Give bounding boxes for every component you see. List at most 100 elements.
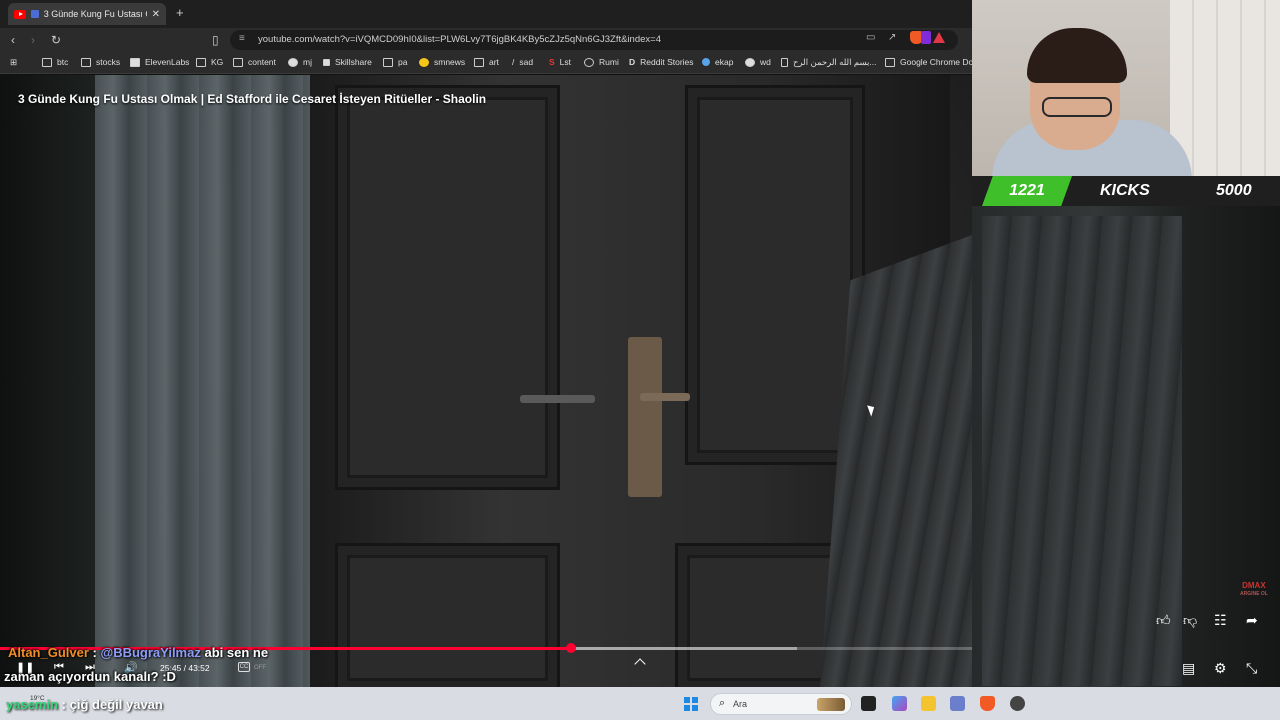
subtitles-icon[interactable]: ▤ bbox=[1182, 660, 1195, 677]
tab-group-icon bbox=[30, 10, 39, 18]
bookmark-pa[interactable]: pa bbox=[383, 57, 407, 67]
video-curtain bbox=[95, 75, 310, 687]
bookmark-stocks[interactable]: stocks bbox=[81, 57, 120, 67]
folder-icon bbox=[885, 57, 895, 67]
new-tab-button[interactable]: + bbox=[176, 5, 184, 20]
page-icon bbox=[781, 58, 788, 67]
settings-gear-icon[interactable]: ⚙ bbox=[1214, 660, 1227, 677]
bookmark-reddit-stories[interactable]: D Reddit Stories bbox=[629, 57, 694, 67]
smnews-icon bbox=[419, 57, 429, 67]
bookmark-content[interactable]: content bbox=[233, 57, 276, 67]
bookmark-rumi[interactable]: Rumi bbox=[584, 57, 619, 67]
bookmark-bismillah[interactable]: بسم الله الرحمن الرح... bbox=[781, 57, 877, 68]
folder-icon bbox=[383, 57, 393, 67]
tab-title: 3 Günde Kung Fu Ustası Olma bbox=[43, 9, 147, 19]
brave-rewards-icon[interactable] bbox=[933, 32, 945, 43]
taskbar-search-placeholder: Ara bbox=[733, 699, 748, 709]
site-settings-icon[interactable]: ≡ bbox=[239, 33, 245, 44]
kick-goal: 5000 bbox=[1216, 182, 1252, 199]
streamer-hair bbox=[1027, 28, 1127, 83]
cast-icon[interactable]: ▭ bbox=[866, 32, 875, 43]
skillshare-icon bbox=[323, 58, 330, 66]
kick-label: KICKS bbox=[1100, 182, 1150, 199]
screen: 3 Günde Kung Fu Ustası Olma ✕ + ‹ › ↻ ▯ … bbox=[0, 0, 1280, 720]
bookmark-wd[interactable]: wd bbox=[745, 57, 771, 67]
slash-icon: / bbox=[512, 57, 515, 67]
video-lock-plate bbox=[628, 337, 662, 497]
youtube-icon bbox=[14, 9, 26, 19]
bookmark-ekap[interactable]: ekap bbox=[702, 57, 733, 67]
task-view-icon[interactable] bbox=[861, 696, 876, 711]
extension-icon[interactable] bbox=[921, 31, 931, 44]
chat-username: yasemin bbox=[6, 697, 59, 712]
chat-username: Altan_Gulver bbox=[8, 645, 89, 660]
folder-icon bbox=[233, 57, 243, 67]
chat-message-continued: zaman açıyordun kanalı? :D bbox=[4, 669, 176, 684]
webcam-background bbox=[1170, 0, 1280, 176]
video-hanging-robe-right bbox=[982, 216, 1182, 686]
bookmark-btc[interactable]: btc bbox=[42, 57, 68, 67]
taskbar-search[interactable]: ⌕ Ara bbox=[710, 693, 852, 715]
windows-start-icon[interactable] bbox=[684, 697, 698, 711]
video-player[interactable]: 3 Günde Kung Fu Ustası Olmak | Ed Staffo… bbox=[0, 75, 972, 687]
bookmark-mj[interactable]: mj bbox=[288, 57, 312, 67]
chat-text: çiğ değil yavan bbox=[69, 697, 163, 712]
video-handle-left bbox=[520, 395, 595, 403]
forward-icon[interactable]: › bbox=[31, 32, 35, 48]
back-icon[interactable]: ‹ bbox=[11, 32, 15, 48]
bookmark-elevenlabs[interactable]: ElevenLabs bbox=[130, 57, 189, 67]
chat-message: Altan_Gulver : @BBugraYilmaz abi sen ne bbox=[8, 645, 268, 660]
bookmarks-bar: ⊞ btc stocks ElevenLabs KG content mj Sk… bbox=[0, 52, 980, 74]
search-highlight-image bbox=[817, 698, 845, 711]
channel-watermark: DMAX ARGINE OL bbox=[1240, 581, 1268, 598]
channel-watermark-sub: ARGINE OL bbox=[1240, 591, 1268, 597]
chat-message: yasemin : çiğ değil yavan bbox=[6, 697, 163, 712]
chat-mention: @BBugraYilmaz bbox=[100, 645, 201, 660]
browser-tab-active[interactable]: 3 Günde Kung Fu Ustası Olma ✕ bbox=[8, 3, 166, 25]
bookmark-lst[interactable]: S Lst bbox=[549, 57, 571, 67]
reload-icon[interactable]: ↻ bbox=[51, 32, 61, 48]
obs-icon[interactable] bbox=[1010, 696, 1025, 711]
bookmark-smnews[interactable]: smnews bbox=[419, 57, 465, 67]
progress-scrubber-handle[interactable] bbox=[565, 643, 576, 653]
address-bar[interactable]: ≡ youtube.com/watch?v=iVQMCD09hI0&list=P… bbox=[230, 30, 958, 50]
share-icon[interactable]: ↗ bbox=[888, 32, 896, 43]
rumi-icon bbox=[584, 57, 594, 67]
url-text: youtube.com/watch?v=iVQMCD09hI0&list=PLW… bbox=[258, 34, 661, 45]
snipping-tool-icon[interactable] bbox=[950, 696, 965, 711]
video-door-left bbox=[335, 85, 560, 490]
bookmark-skillshare[interactable]: Skillshare bbox=[323, 57, 372, 67]
brave-browser-icon[interactable] bbox=[980, 696, 995, 711]
windows-taskbar: 19°C ⌕ Ara bbox=[0, 687, 1280, 720]
chat-separator: : bbox=[61, 697, 67, 712]
browser-toolbar: ‹ › ↻ ▯ ≡ youtube.com/watch?v=iVQMCD09hI… bbox=[0, 28, 972, 52]
bookmark-icon[interactable]: ▯ bbox=[212, 32, 219, 48]
folder-icon bbox=[474, 57, 484, 67]
video-handle-right bbox=[640, 393, 690, 401]
close-tab-button[interactable]: ✕ bbox=[152, 9, 160, 20]
comments-icon[interactable]: ☷ bbox=[1214, 612, 1227, 629]
wd-icon bbox=[745, 57, 755, 67]
dislike-icon[interactable]: 👎︎ bbox=[1183, 612, 1197, 629]
share-video-icon[interactable]: ➦ bbox=[1246, 612, 1258, 629]
captions-button[interactable]: CC bbox=[238, 662, 250, 672]
bookmark-sad[interactable]: / sad bbox=[512, 57, 533, 67]
kick-goal-overlay: 1221 KICKS 5000 bbox=[972, 176, 1280, 206]
bookmark-art[interactable]: art bbox=[474, 57, 499, 67]
video-player-right-area[interactable] bbox=[972, 206, 1280, 687]
exit-fullscreen-icon[interactable]: ⤡ bbox=[1246, 660, 1257, 677]
video-title[interactable]: 3 Günde Kung Fu Ustası Olmak | Ed Staffo… bbox=[18, 92, 486, 106]
folder-icon bbox=[42, 57, 52, 67]
search-icon: ⌕ bbox=[719, 697, 726, 709]
chat-text: abi sen ne bbox=[204, 645, 269, 660]
bookmark-kg[interactable]: KG bbox=[196, 57, 223, 67]
streamer-webcam bbox=[972, 0, 1280, 176]
copilot-icon[interactable] bbox=[892, 696, 907, 711]
github-icon bbox=[288, 57, 298, 67]
apps-icon[interactable]: ⊞ bbox=[10, 57, 17, 68]
file-explorer-icon[interactable] bbox=[921, 696, 936, 711]
folder-icon bbox=[81, 57, 91, 67]
bookmark-google-chrome[interactable]: Google Chrome Do... bbox=[885, 57, 980, 67]
video-frame-left-shadow bbox=[0, 75, 98, 687]
like-icon[interactable]: 👍︎ bbox=[1156, 612, 1171, 629]
